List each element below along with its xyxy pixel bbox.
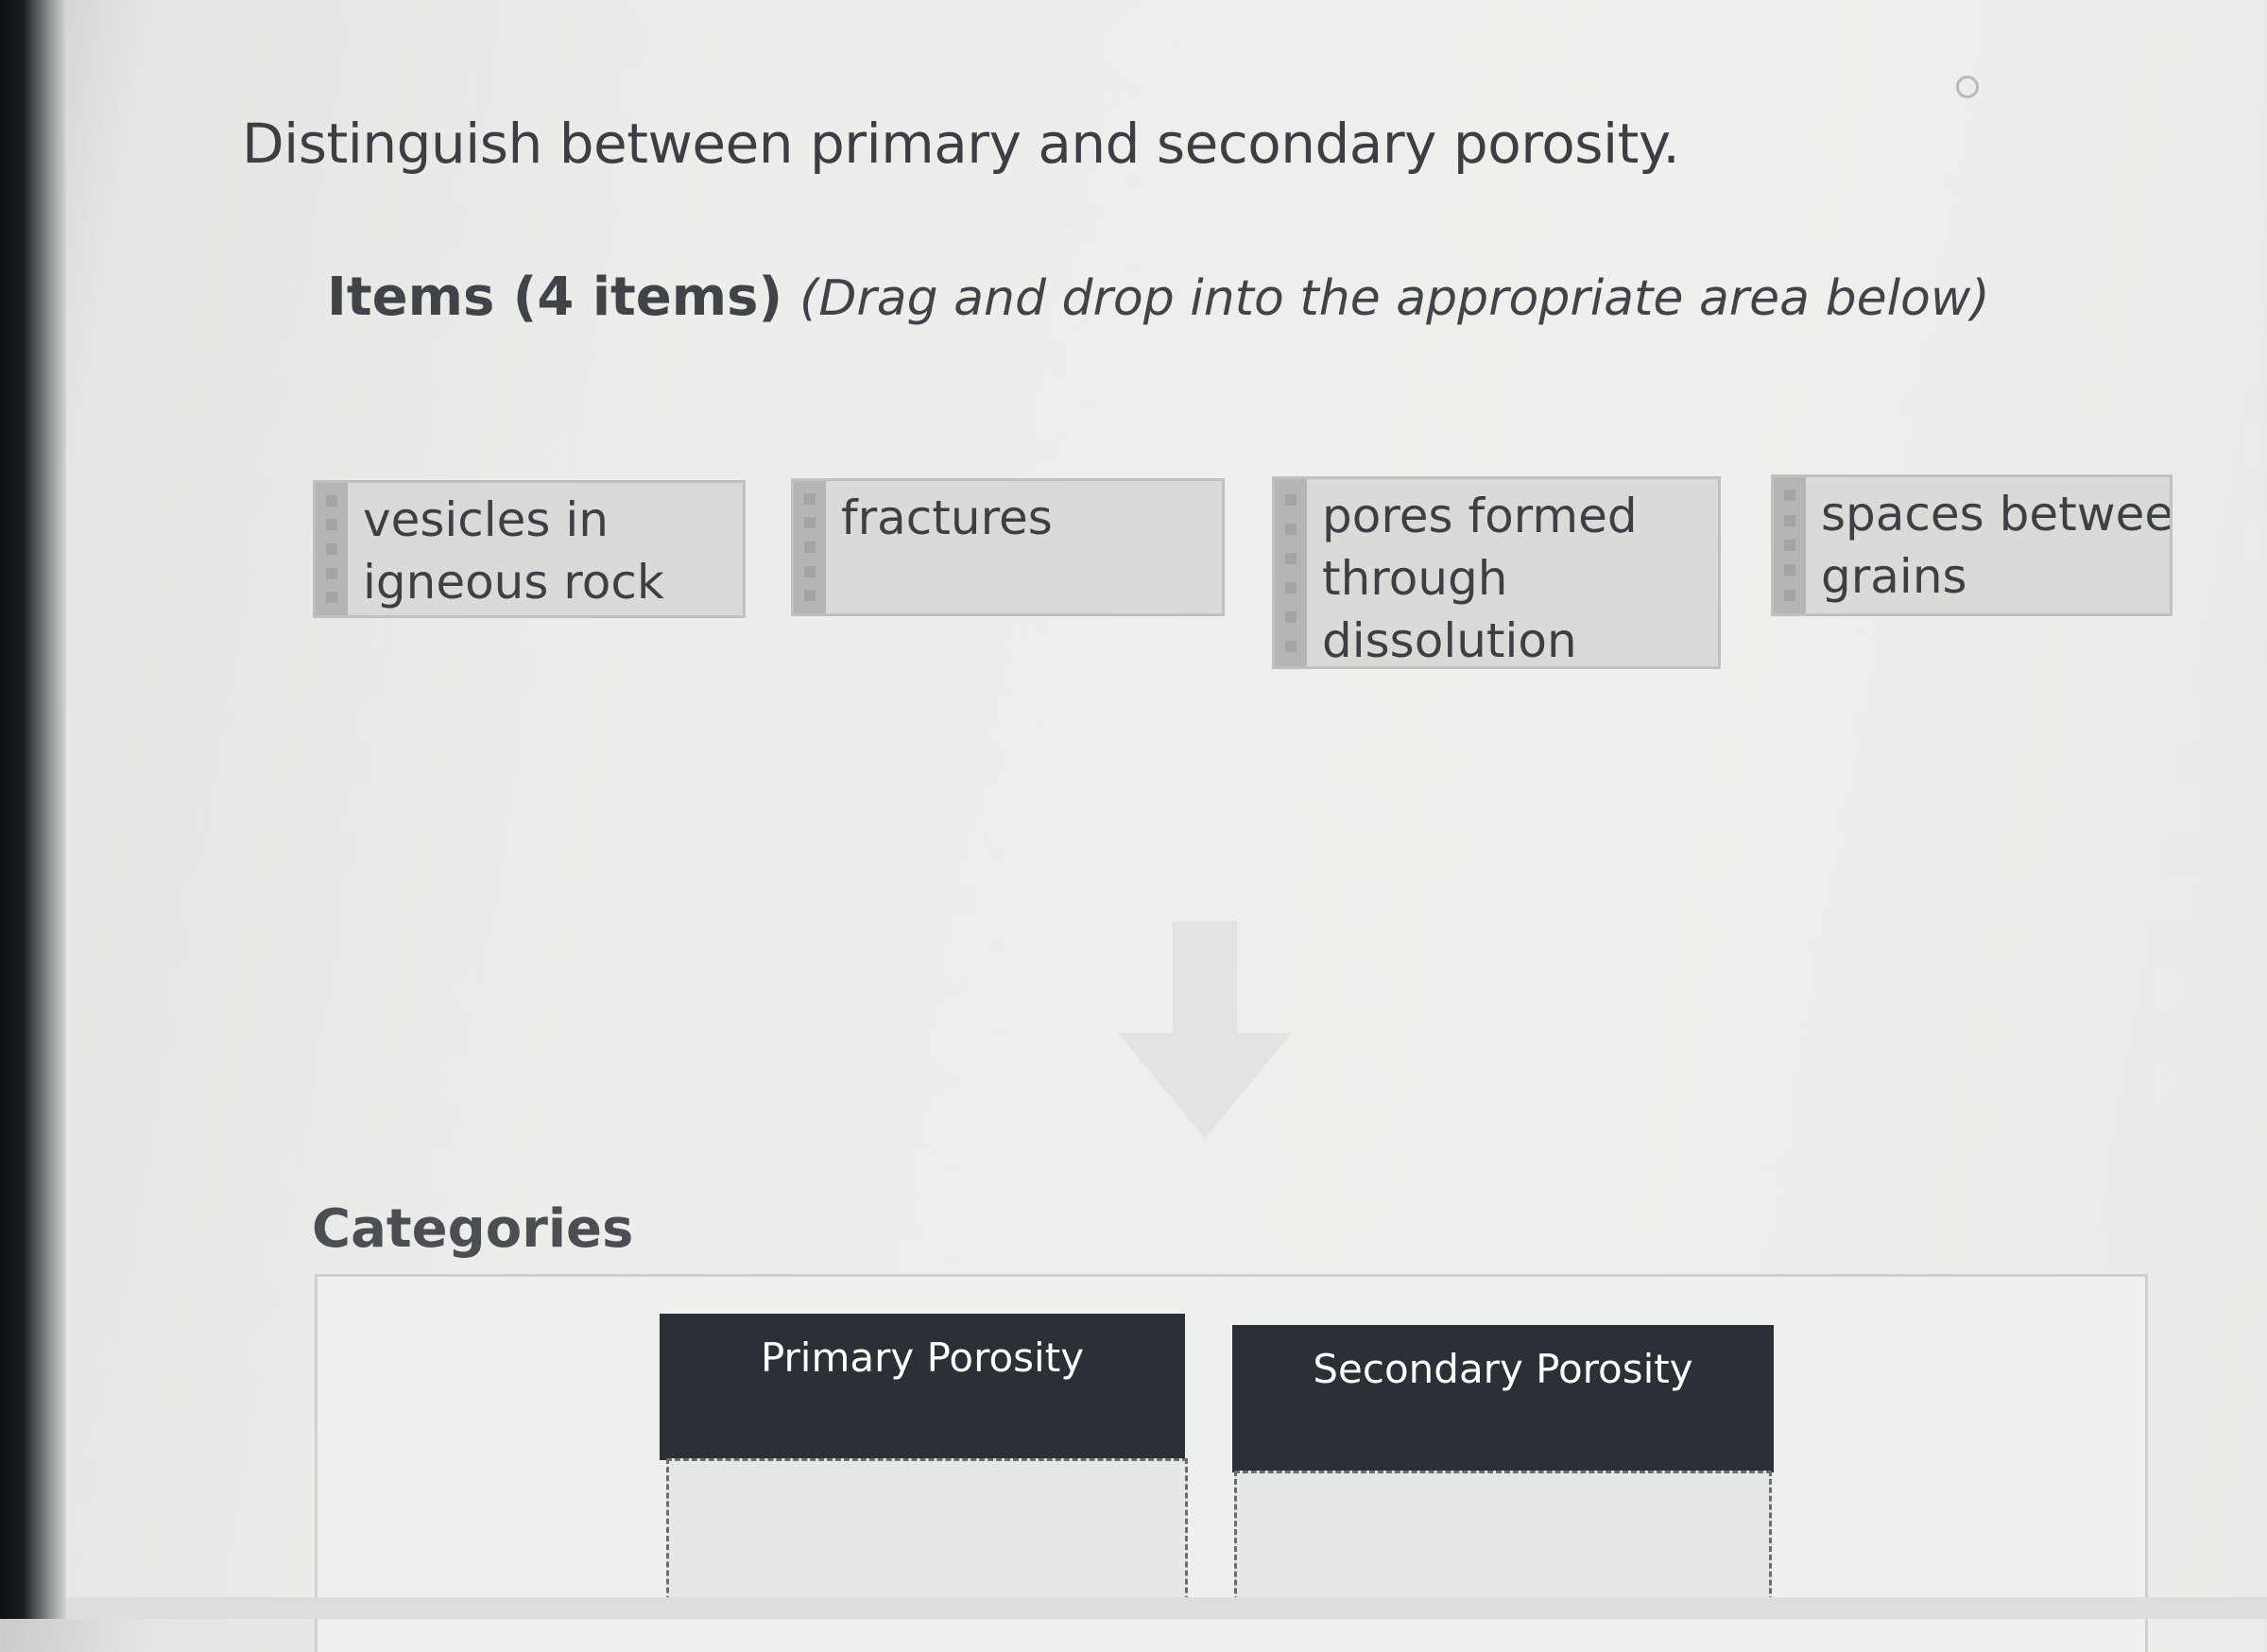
category-header-secondary: Secondary Porosity	[1232, 1325, 1774, 1472]
drag-handle-icon[interactable]	[316, 483, 348, 615]
item-label: fractures	[841, 490, 1053, 545]
question-text: Distinguish between primary and secondar…	[242, 112, 1680, 176]
drag-handle-icon[interactable]	[794, 481, 826, 613]
draggable-item-dissolution-pores[interactable]: pores formed through dissolution	[1272, 476, 1721, 669]
draggable-item-grain-spaces[interactable]: spaces between grains	[1771, 474, 2173, 616]
drag-handle-icon[interactable]	[1774, 477, 1806, 613]
drag-handle-icon[interactable]	[1275, 479, 1307, 666]
items-count-heading: Items (4 items)	[327, 267, 783, 328]
category-header-primary: Primary Porosity	[660, 1314, 1185, 1460]
drag-instruction: (Drag and drop into the appropriate area…	[799, 270, 1990, 327]
item-label: vesicles in igneous rock	[363, 492, 664, 610]
drop-zone-primary[interactable]	[666, 1458, 1188, 1619]
question-page: Distinguish between primary and secondar…	[0, 0, 2267, 1652]
categories-title: Categories	[312, 1198, 634, 1260]
item-label: pores formed through dissolution	[1322, 489, 1638, 668]
items-heading: Items (4 items) (Drag and drop into the a…	[327, 267, 1990, 328]
draggable-item-vesicles[interactable]: vesicles in igneous rock	[313, 480, 746, 618]
item-label: spaces between grains	[1821, 487, 2173, 604]
arrow-down-icon	[1118, 921, 1292, 1139]
draggable-item-fractures[interactable]: fractures	[791, 478, 1225, 616]
page-bottom-edge	[66, 1597, 2267, 1619]
circle-icon	[1956, 76, 1979, 98]
categories-panel	[315, 1274, 2148, 1652]
